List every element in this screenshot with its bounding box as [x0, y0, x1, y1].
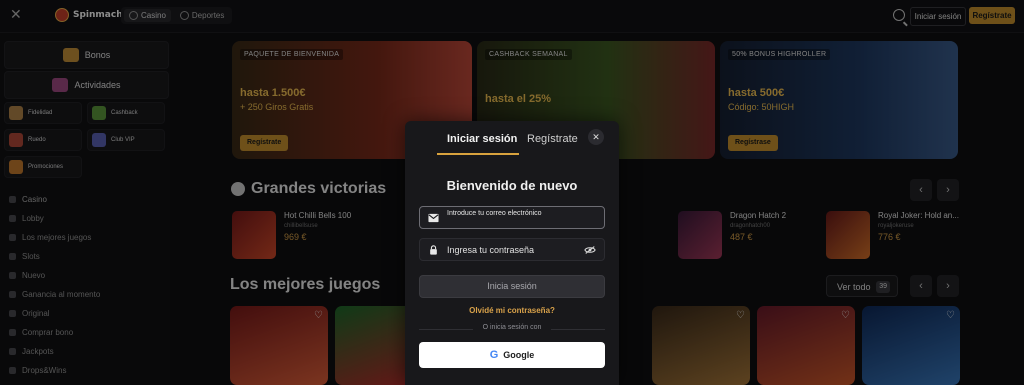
login-submit-button[interactable]: Inicia sesión: [419, 275, 605, 298]
divider-right: [551, 329, 605, 330]
tab-register[interactable]: Regístrate: [527, 133, 578, 145]
email-field-label: Introduce tu correo electrónico: [447, 210, 542, 217]
login-modal: Iniciar sesión Regístrate ✕ Bienvenido d…: [405, 121, 619, 385]
eye-off-icon[interactable]: [584, 245, 596, 255]
modal-title: Bienvenido de nuevo: [446, 178, 578, 193]
close-icon[interactable]: ✕: [588, 129, 604, 145]
google-login-button[interactable]: G Google: [419, 342, 605, 368]
password-placeholder: Ingresa tu contraseña: [447, 244, 535, 255]
active-tab-indicator: [437, 153, 519, 155]
google-icon: G: [489, 349, 499, 361]
mail-icon: [428, 213, 439, 222]
google-label: Google: [503, 350, 535, 360]
email-field[interactable]: Introduce tu correo electrónico: [419, 206, 605, 229]
password-field[interactable]: Ingresa tu contraseña: [419, 238, 605, 261]
tab-login[interactable]: Iniciar sesión: [447, 133, 517, 145]
forgot-password-link[interactable]: Olvidé mi contraseña?: [405, 306, 619, 315]
lock-icon: [430, 244, 437, 255]
